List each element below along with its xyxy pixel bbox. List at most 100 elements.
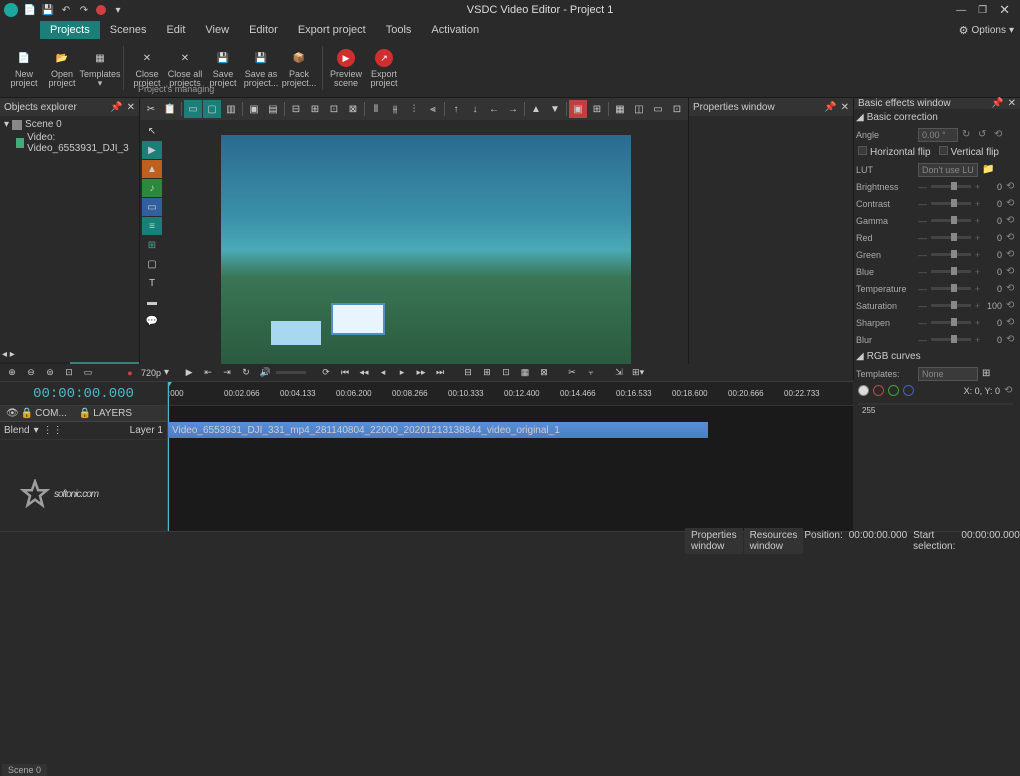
step-back-icon[interactable]: ◂ bbox=[375, 366, 391, 380]
split-icon[interactable]: ⫟ bbox=[583, 366, 599, 380]
maximize-icon[interactable]: ❐ bbox=[978, 5, 987, 16]
options-label[interactable]: Options bbox=[972, 25, 1006, 36]
tab-resources[interactable]: Resources window bbox=[744, 528, 804, 554]
tool-icon[interactable]: ▭ bbox=[184, 100, 202, 118]
options-dropdown-icon[interactable]: ▾ bbox=[1009, 25, 1014, 36]
tool-icon[interactable]: ⊞ bbox=[142, 236, 162, 254]
arrow-icon[interactable]: ↑ bbox=[447, 100, 465, 118]
volume-slider[interactable] bbox=[276, 371, 306, 374]
slider-temperature[interactable] bbox=[931, 287, 971, 290]
tool-icon[interactable]: ▤ bbox=[264, 100, 282, 118]
slider-blur[interactable] bbox=[931, 338, 971, 341]
tab-layers[interactable]: 🔒LAYERS bbox=[73, 406, 138, 421]
dist-icon[interactable]: ⫷ bbox=[424, 100, 442, 118]
tool-icon[interactable]: ⇲ bbox=[611, 366, 627, 380]
dist-icon[interactable]: ⫶ bbox=[405, 100, 423, 118]
templates-button[interactable]: ▦Templates▾ bbox=[82, 44, 118, 92]
pin-icon[interactable]: 📌 bbox=[991, 98, 1003, 109]
pin-icon[interactable]: 📌 bbox=[824, 102, 836, 113]
tool-icon[interactable]: ⊡ bbox=[498, 366, 514, 380]
rgb-curves-graph[interactable]: 255 bbox=[858, 403, 1013, 405]
crop-icon[interactable]: ◫ bbox=[630, 100, 648, 118]
play-icon[interactable]: ▶ bbox=[181, 366, 197, 380]
close-icon[interactable]: ✕ bbox=[999, 2, 1010, 18]
new-project-button[interactable]: 📄Newproject bbox=[6, 44, 42, 92]
timeline-clip[interactable]: Video_6553931_DJI_331_mp4_281140804_2200… bbox=[168, 422, 708, 438]
cut-icon[interactable]: ✂ bbox=[142, 100, 160, 118]
menu-scenes[interactable]: Scenes bbox=[100, 21, 157, 39]
record-icon[interactable] bbox=[96, 5, 106, 15]
tool-icon[interactable]: ♪ bbox=[142, 179, 162, 197]
slider-brightness[interactable] bbox=[931, 185, 971, 188]
tool-icon[interactable]: 💬 bbox=[142, 312, 162, 330]
menu-edit[interactable]: Edit bbox=[156, 21, 195, 39]
templates-select[interactable] bbox=[918, 367, 978, 381]
grid-icon[interactable]: ▦ bbox=[611, 100, 629, 118]
preview-image[interactable] bbox=[221, 135, 631, 365]
hflip-checkbox[interactable] bbox=[858, 146, 867, 155]
menu-activation[interactable]: Activation bbox=[421, 21, 489, 39]
layer-icon[interactable]: ▲ bbox=[527, 100, 545, 118]
lut-select[interactable] bbox=[918, 163, 978, 177]
reset-icon[interactable]: ⟲ bbox=[1006, 198, 1018, 209]
fit-btn[interactable]: ⊡ bbox=[61, 366, 77, 380]
preview-scene-button[interactable]: ▶Previewscene bbox=[328, 44, 364, 92]
qat-icon[interactable]: ↷ bbox=[78, 4, 90, 16]
tool-icon[interactable]: ⊡ bbox=[668, 100, 686, 118]
curve-blue[interactable] bbox=[903, 385, 914, 396]
qat-icon[interactable]: ↶ bbox=[60, 4, 72, 16]
reset-icon[interactable]: ⟲ bbox=[1006, 181, 1018, 192]
tab-properties[interactable]: Properties window bbox=[685, 528, 743, 554]
skip-end-icon[interactable]: ⏭ bbox=[432, 366, 448, 380]
tool-icon[interactable]: ▦ bbox=[517, 366, 533, 380]
vflip-checkbox[interactable] bbox=[939, 146, 948, 155]
rotate-ccw-icon[interactable]: ↺ bbox=[978, 129, 990, 140]
close-icon[interactable]: ✕ bbox=[1008, 98, 1016, 109]
tool-icon[interactable]: ⊞ bbox=[479, 366, 495, 380]
slider-sharpen[interactable] bbox=[931, 321, 971, 324]
copy-icon[interactable]: 📋 bbox=[161, 100, 179, 118]
reset-icon[interactable]: ⟲ bbox=[1006, 232, 1018, 243]
prev-icon[interactable]: ◂◂ bbox=[356, 366, 372, 380]
align-icon[interactable]: ⊠ bbox=[344, 100, 362, 118]
playhead[interactable] bbox=[168, 382, 169, 531]
loop-icon[interactable]: ↻ bbox=[238, 366, 254, 380]
folder-icon[interactable]: 📁 bbox=[982, 164, 994, 175]
reset-icon[interactable]: ⟲ bbox=[1006, 283, 1018, 294]
reset-icon[interactable]: ⟲ bbox=[994, 129, 1006, 140]
slider-green[interactable] bbox=[931, 253, 971, 256]
zoom-btn[interactable]: ⊖ bbox=[23, 366, 39, 380]
slider-gamma[interactable] bbox=[931, 219, 971, 222]
tool-icon[interactable]: ▥ bbox=[222, 100, 240, 118]
tree-video-item[interactable]: Video: Video_6553931_DJI_3 bbox=[2, 131, 137, 155]
zoom-btn[interactable]: ⊜ bbox=[42, 366, 58, 380]
menu-view[interactable]: View bbox=[195, 21, 239, 39]
tool-icon[interactable]: ⊠ bbox=[536, 366, 552, 380]
reset-icon[interactable]: ⟲ bbox=[1006, 334, 1018, 345]
arrow-icon[interactable]: ← bbox=[485, 100, 503, 118]
tree-scene[interactable]: ▾Scene 0 bbox=[2, 118, 137, 131]
timeline-track-header[interactable]: Blend▾⋮⋮ Layer 1 bbox=[0, 422, 167, 440]
export-project-button[interactable]: ↗Exportproject bbox=[366, 44, 402, 92]
layer-icon[interactable]: ▼ bbox=[546, 100, 564, 118]
next-icon[interactable]: ▸▸ bbox=[413, 366, 429, 380]
reset-icon[interactable]: ⟲ bbox=[1006, 215, 1018, 226]
slider-red[interactable] bbox=[931, 236, 971, 239]
dist-icon[interactable]: ⫵ bbox=[386, 100, 404, 118]
save-as-button[interactable]: 💾Save asproject... bbox=[243, 44, 279, 92]
rotate-cw-icon[interactable]: ↻ bbox=[962, 129, 974, 140]
arrow-icon[interactable]: ↓ bbox=[466, 100, 484, 118]
tab-components[interactable]: 👁🔒COM... bbox=[0, 406, 73, 421]
curves-icon[interactable]: ⊞ bbox=[982, 368, 990, 379]
pack-project-button[interactable]: 📦Packproject... bbox=[281, 44, 317, 92]
curve-white[interactable] bbox=[858, 385, 869, 396]
tool-icon[interactable]: ▬ bbox=[142, 293, 162, 311]
qat-icon[interactable]: 📄 bbox=[24, 4, 36, 16]
cursor-icon[interactable]: ↖ bbox=[142, 122, 162, 140]
volume-icon[interactable]: 🔊 bbox=[257, 366, 273, 380]
slider-contrast[interactable] bbox=[931, 202, 971, 205]
mark-in-icon[interactable]: ⇤ bbox=[200, 366, 216, 380]
qat-icon[interactable]: 💾 bbox=[42, 4, 54, 16]
cut-icon[interactable]: ✂ bbox=[564, 366, 580, 380]
tool-icon[interactable]: ▭ bbox=[142, 198, 162, 216]
